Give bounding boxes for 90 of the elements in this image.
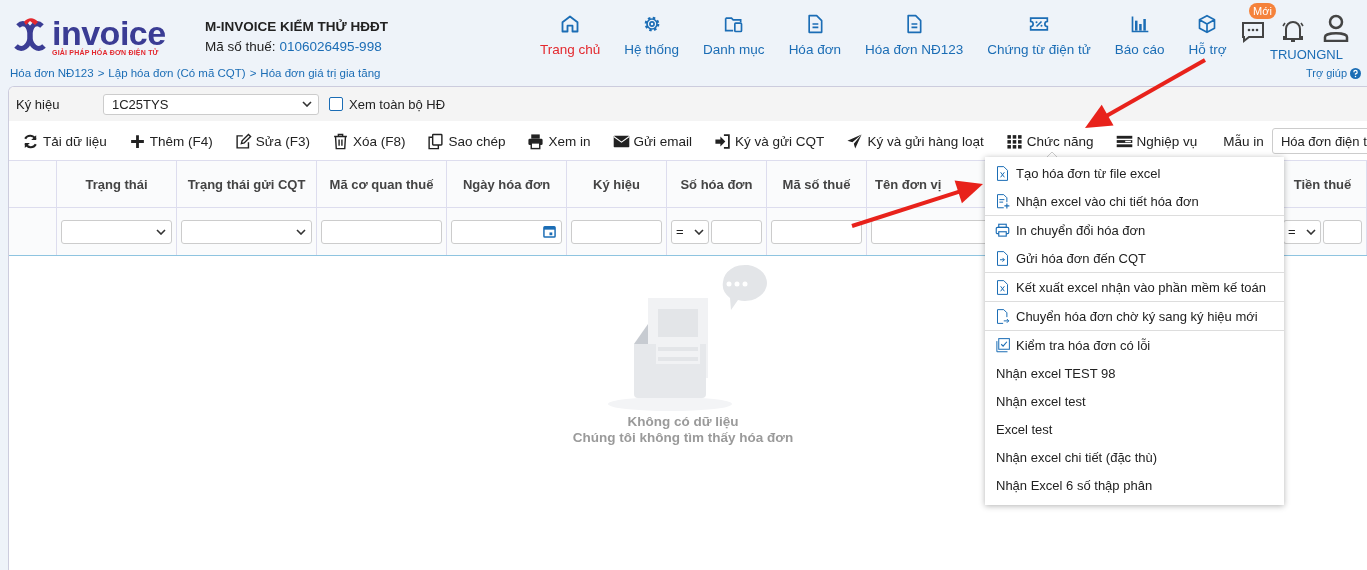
refresh-icon [22,132,39,150]
caret-icon [296,228,306,235]
caret-icon [1306,228,1316,235]
help-icon [1350,67,1361,79]
toolbar-button[interactable]: Xem in [527,128,602,154]
filter-field[interactable] [571,219,662,244]
nav-item[interactable]: Hóa đơn [776,14,853,62]
template-select[interactable]: Hóa đơn điện t [1271,128,1367,154]
breadcrumb-separator: > [249,67,257,79]
field-label: Mẫu in [1223,133,1264,149]
filter-select[interactable] [61,219,172,244]
menu-item[interactable]: Excel test [985,415,1284,443]
user-name: TRUONGNL [1270,47,1343,62]
calendar-icon [543,225,556,238]
toolbar-button[interactable]: Xóa (F8) [331,128,417,154]
toolbar-button[interactable]: Sao chép [427,128,517,154]
excel-file-icon [995,279,1010,295]
filter-field[interactable] [771,219,862,244]
nav-item[interactable]: Hỗ trợ [1176,14,1239,62]
new-badge: Mới [1249,3,1276,19]
toolbar-button[interactable]: Tải dữ liệu [22,128,118,154]
tax-code: 0106026495-998 [279,38,382,54]
user-icon [1323,14,1349,42]
breadcrumb-link[interactable]: Hóa đơn NĐ123 [10,67,94,79]
empty-title: Không có dữ liệu [627,414,739,430]
folder-icon [723,14,744,34]
printer-icon [527,132,545,150]
breadcrumb-link[interactable]: Lập hóa đơn (Có mã CQT) [108,67,246,79]
nav-item[interactable]: Báo cáo [1102,14,1177,62]
sign-in-icon [714,132,732,150]
operator-select[interactable]: = [1283,219,1321,244]
filter-field[interactable] [1323,219,1362,244]
grid-icon [1005,132,1023,150]
symbol-select[interactable]: 1C25TYS [103,93,319,115]
caret-icon [694,228,704,235]
toolbar-button[interactable]: Thêm (F4) [128,128,224,154]
chat-icon [1241,20,1265,44]
ticket-icon [1029,14,1049,34]
menu-item[interactable]: Chuyển hóa đơn chờ ký sang ký hiệu mới [985,302,1284,330]
menu-item[interactable]: Kết xuất excel nhận vào phần mềm kế toán [985,273,1284,301]
toolbar-button[interactable]: Ký và gửi hàng loạt [846,128,995,154]
menu-item[interactable]: Nhận excel test [985,387,1284,415]
filter-field[interactable] [321,219,442,244]
toolbar-button[interactable]: Ký và gửi CQT [714,128,836,154]
document-icon [904,14,925,34]
edit-icon [234,132,252,150]
menu-item[interactable]: Kiểm tra hóa đơn có lỗi [985,331,1284,359]
nav-item[interactable]: Chứng từ điện tử [975,14,1103,62]
bell-icon [1281,18,1305,44]
menu-item[interactable]: Gửi hóa đơn đến CQT [985,244,1284,272]
date-field[interactable] [451,219,562,244]
tax-label: Mã số thuế: [205,38,276,54]
copy-icon [427,132,445,150]
toolbar-button[interactable]: Sửa (F3) [234,128,321,154]
menu-item[interactable]: Nhận excel TEST 98 [985,359,1284,387]
empty-message: Chúng tôi không tìm thấy hóa đơn [572,430,794,446]
caret-icon [156,228,166,235]
caret-icon [302,101,312,107]
cube-icon [1197,14,1218,34]
logo-wordmark: invoice [52,16,166,49]
nav-item[interactable]: Trang chủ [528,14,613,62]
show-all-checkbox[interactable]: Xem toàn bộ HĐ [329,96,446,112]
printer-icon [995,222,1010,238]
nav-item[interactable]: Danh mục [691,14,777,62]
bar-chart-icon [1129,14,1150,34]
checklist-icon [995,337,1010,353]
file-arrow-icon [995,250,1010,266]
excel-file-icon [995,165,1010,181]
file-add-icon [995,193,1010,209]
field-label: Ký hiệu [16,96,61,112]
company-name: M-INVOICE KIỂM THỬ HĐĐT [205,18,388,34]
menu-item[interactable]: In chuyển đổi hóa đơn [985,216,1284,244]
menu-item[interactable]: Nhận excel chi tiết (đặc thù) [985,443,1284,471]
toolbar-button[interactable]: Gửi email [612,128,704,154]
filter-field[interactable] [711,219,762,244]
home-icon [560,14,581,34]
paper-plane-icon [846,132,864,150]
plus-icon [128,132,146,150]
help-link[interactable]: Trợ giúp [1305,67,1361,79]
menu-item[interactable]: Nhận Excel 6 số thập phân [985,471,1284,499]
toolbar-button[interactable]: Chức năng [1005,128,1105,154]
breadcrumb-link[interactable]: Hóa đơn giá trị gia tăng [260,67,381,79]
nav-item[interactable]: Hóa đơn NĐ123 [853,14,976,62]
operator-select[interactable]: = [671,219,709,244]
breadcrumb-separator: > [97,67,105,79]
toolbar-button[interactable]: Nghiệp vụ [1115,128,1209,154]
filter-select[interactable] [181,219,312,244]
file-arrow-icon [995,308,1010,324]
nav-item[interactable]: Hệ thống [612,14,692,62]
trash-icon [331,132,349,150]
